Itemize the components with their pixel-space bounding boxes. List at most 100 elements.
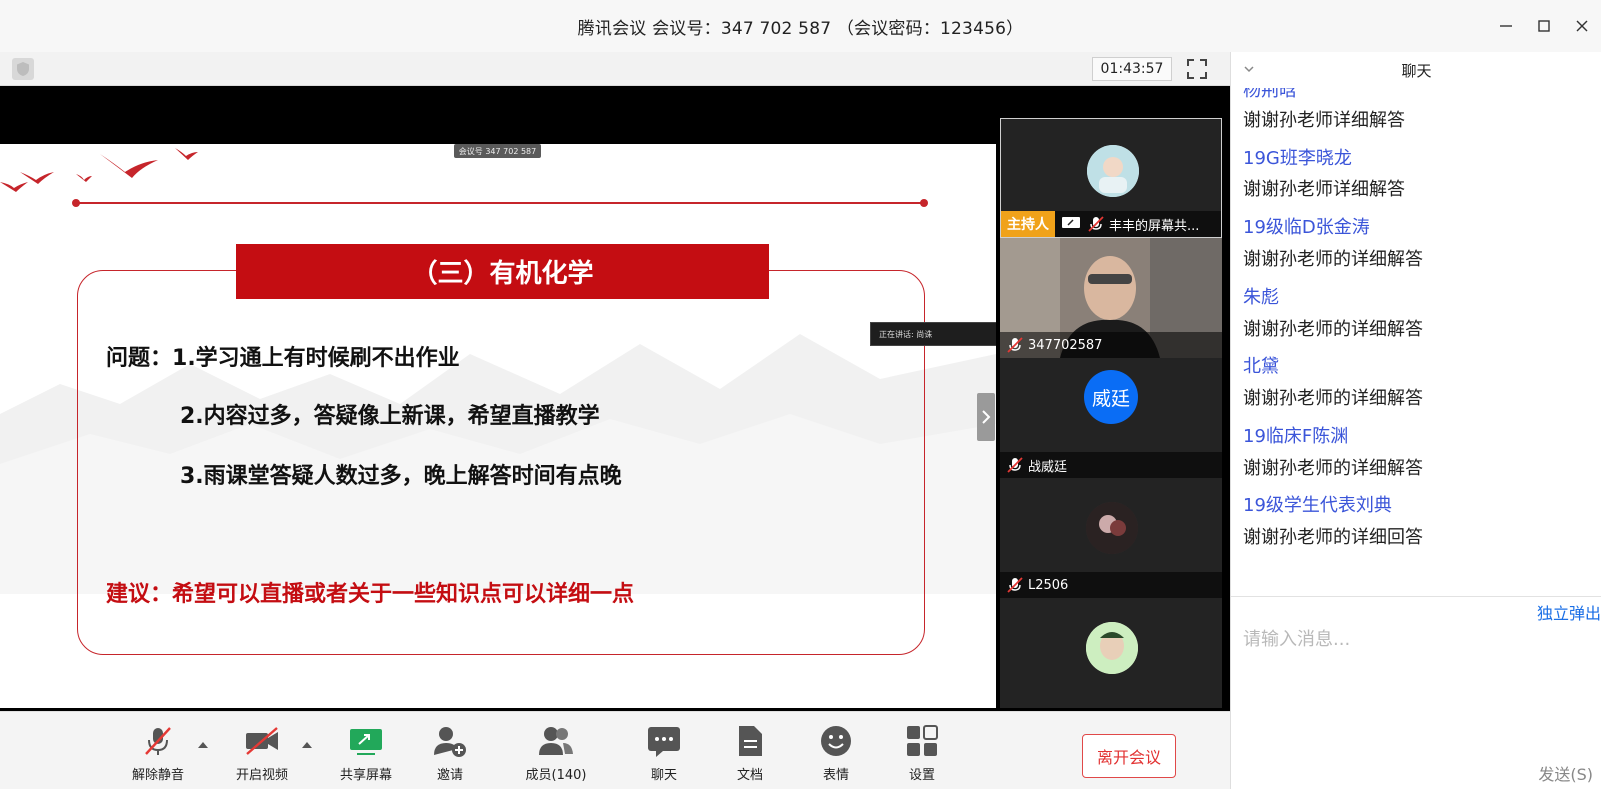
question-1: 问题：1.学习通上有时候刷不出作业 — [106, 340, 460, 372]
avatar-image — [1086, 502, 1138, 554]
collapse-participants-button[interactable] — [977, 393, 995, 441]
avatar — [1087, 145, 1139, 197]
document-icon — [739, 726, 762, 756]
fullscreen-icon[interactable] — [1186, 58, 1208, 80]
mic-muted-icon — [1007, 337, 1023, 353]
members-icon — [539, 727, 573, 755]
chat-text: 谢谢孙老师的详细解答 — [1243, 249, 1423, 270]
presentation-slide: （三）有机化学 问题：1.学习通上有时候刷不出作业 2.内容过多，答疑像上新课，… — [0, 144, 996, 708]
avatar — [1086, 502, 1138, 554]
mic-muted-icon — [145, 727, 171, 755]
chat-message-input[interactable] — [1243, 624, 1583, 654]
mic-muted-icon — [1088, 216, 1104, 232]
chat-panel: 聊天 杨荆晗 谢谢孙老师详细解答 19G班李晓龙 谢谢孙老师详细解答 19级临D… — [1230, 52, 1601, 789]
maximize-button[interactable] — [1525, 0, 1563, 52]
chat-button[interactable]: 聊天 — [624, 722, 704, 784]
chat-text: 谢谢孙老师的详细回答 — [1243, 527, 1423, 548]
chat-text: 谢谢孙老师的详细解答 — [1243, 319, 1423, 340]
participant-footer: 347702587 — [1000, 332, 1222, 358]
chat-message-list[interactable]: 杨荆晗 谢谢孙老师详细解答 19G班李晓龙 谢谢孙老师详细解答 19级临D张金涛… — [1231, 88, 1601, 598]
members-label: 成员(140) — [525, 768, 587, 783]
participant-footer: L2506 — [1000, 572, 1222, 598]
docs-label: 文档 — [736, 768, 763, 783]
window-title: 腾讯会议 会议号：347 702 587 （会议密码：123456） — [577, 18, 1024, 39]
rule-dot-right — [920, 199, 928, 207]
settings-label: 设置 — [908, 768, 935, 783]
chat-sender: 19临床F陈渊 — [1243, 426, 1349, 447]
participant-tile[interactable]: 威廷 战威廷 — [1000, 358, 1222, 478]
mic-muted-icon — [1007, 577, 1023, 593]
chat-text: 谢谢孙老师的详细解答 — [1243, 458, 1423, 479]
participant-name: 丰丰的屏幕共... — [1109, 218, 1200, 234]
start-video-label: 开启视频 — [235, 768, 288, 783]
emoji-button[interactable]: 表情 — [796, 722, 876, 784]
chat-text: 谢谢孙老师的详细解答 — [1243, 388, 1423, 409]
participant-video-panel: 主持人 丰丰的屏幕共... 347702587 威廷 战威廷 L2506 — [1000, 118, 1222, 708]
participant-tile[interactable]: L2506 — [1000, 478, 1222, 598]
question-1-text: 1.学习通上有时候刷不出作业 — [172, 346, 460, 371]
speaking-indicator: 正在讲话: 尚诛 — [870, 322, 996, 346]
question-prefix: 问题： — [106, 346, 173, 371]
chat-text: 谢谢孙老师详细解答 — [1243, 179, 1405, 200]
question-2: 2.内容过多，答疑像上新课，希望直播教学 — [180, 404, 600, 429]
video-off-icon — [246, 727, 278, 755]
video-options-caret-icon[interactable] — [301, 740, 313, 750]
chat-text: 谢谢孙老师详细解答 — [1243, 110, 1405, 131]
chat-divider — [1231, 596, 1601, 597]
avatar-image — [1087, 145, 1139, 197]
chat-label: 聊天 — [650, 768, 677, 783]
meeting-timer: 01:43:57 — [1092, 57, 1172, 81]
slide-top-rule — [76, 202, 924, 204]
title-bar: 腾讯会议 会议号：347 702 587 （会议密码：123456） — [0, 0, 1601, 52]
settings-grid-icon — [907, 725, 938, 756]
meeting-toolbar: 解除静音 开启视频 共享屏幕 邀请 成员(140) 聊天 文档 表情 设置 离开… — [0, 711, 1230, 789]
rule-dot-left — [72, 199, 80, 207]
popout-chat-link[interactable]: 独立弹出 — [1537, 600, 1601, 624]
window-controls — [1487, 0, 1601, 52]
slide-heading: （三）有机化学 — [236, 244, 769, 299]
audio-options-caret-icon[interactable] — [197, 740, 209, 750]
chevron-down-icon[interactable] — [1243, 64, 1255, 74]
chat-sender: 19G班李晓龙 — [1243, 148, 1352, 169]
screen-share-icon — [1062, 217, 1080, 228]
chat-sender: 杨荆晗 — [1243, 88, 1297, 101]
birds-decoration — [0, 148, 198, 192]
suggestion-text: 建议：希望可以直播或者关于一些知识点可以详细一点 — [106, 582, 635, 607]
share-screen-icon — [350, 729, 382, 755]
close-button[interactable] — [1563, 0, 1601, 52]
start-video-button[interactable]: 开启视频 — [222, 722, 302, 784]
participant-tile[interactable] — [1000, 598, 1222, 708]
meeting-id-tag: 会议号 347 702 587 — [454, 144, 541, 158]
participant-name: 战威廷 — [1028, 459, 1068, 475]
members-button[interactable]: 成员(140) — [516, 722, 596, 784]
invite-label: 邀请 — [436, 768, 463, 783]
settings-button[interactable]: 设置 — [882, 722, 962, 784]
unmute-button[interactable]: 解除静音 — [118, 722, 198, 784]
participant-tile[interactable]: 347702587 — [1000, 238, 1222, 358]
chat-sender: 北黛 — [1243, 356, 1279, 377]
share-screen-button[interactable]: 共享屏幕 — [326, 722, 406, 784]
add-user-icon — [434, 727, 466, 757]
participant-tile[interactable]: 主持人 丰丰的屏幕共... — [1000, 118, 1222, 238]
app-window: 腾讯会议 会议号：347 702 587 （会议密码：123456） 01:43… — [0, 0, 1601, 789]
leave-meeting-button[interactable]: 离开会议 — [1082, 734, 1176, 778]
maximize-icon — [1538, 20, 1550, 32]
minimize-button[interactable] — [1487, 0, 1525, 52]
emoji-icon — [821, 726, 851, 756]
emoji-label: 表情 — [822, 768, 849, 783]
meeting-area: 01:43:57 （三）有机化学 问题：1.学习通上有时候刷不出作业 2.内容过… — [0, 52, 1230, 789]
chat-sender: 19级临D张金涛 — [1243, 217, 1370, 238]
invite-button[interactable]: 邀请 — [410, 722, 490, 784]
meeting-top-strip: 01:43:57 — [0, 52, 1230, 86]
shared-screen-stage: （三）有机化学 问题：1.学习通上有时候刷不出作业 2.内容过多，答疑像上新课，… — [0, 86, 1230, 711]
avatar: 威廷 — [1084, 370, 1138, 424]
shield-icon[interactable] — [12, 58, 34, 80]
avatar — [1086, 622, 1138, 674]
chevron-right-icon — [982, 410, 991, 424]
chat-sender: 19级学生代表刘典 — [1243, 495, 1392, 516]
avatar-image — [1086, 622, 1138, 674]
send-button[interactable]: 发送(S) — [1538, 761, 1593, 785]
close-icon — [1576, 20, 1588, 32]
mic-muted-icon — [1007, 457, 1023, 473]
docs-button[interactable]: 文档 — [710, 722, 790, 784]
